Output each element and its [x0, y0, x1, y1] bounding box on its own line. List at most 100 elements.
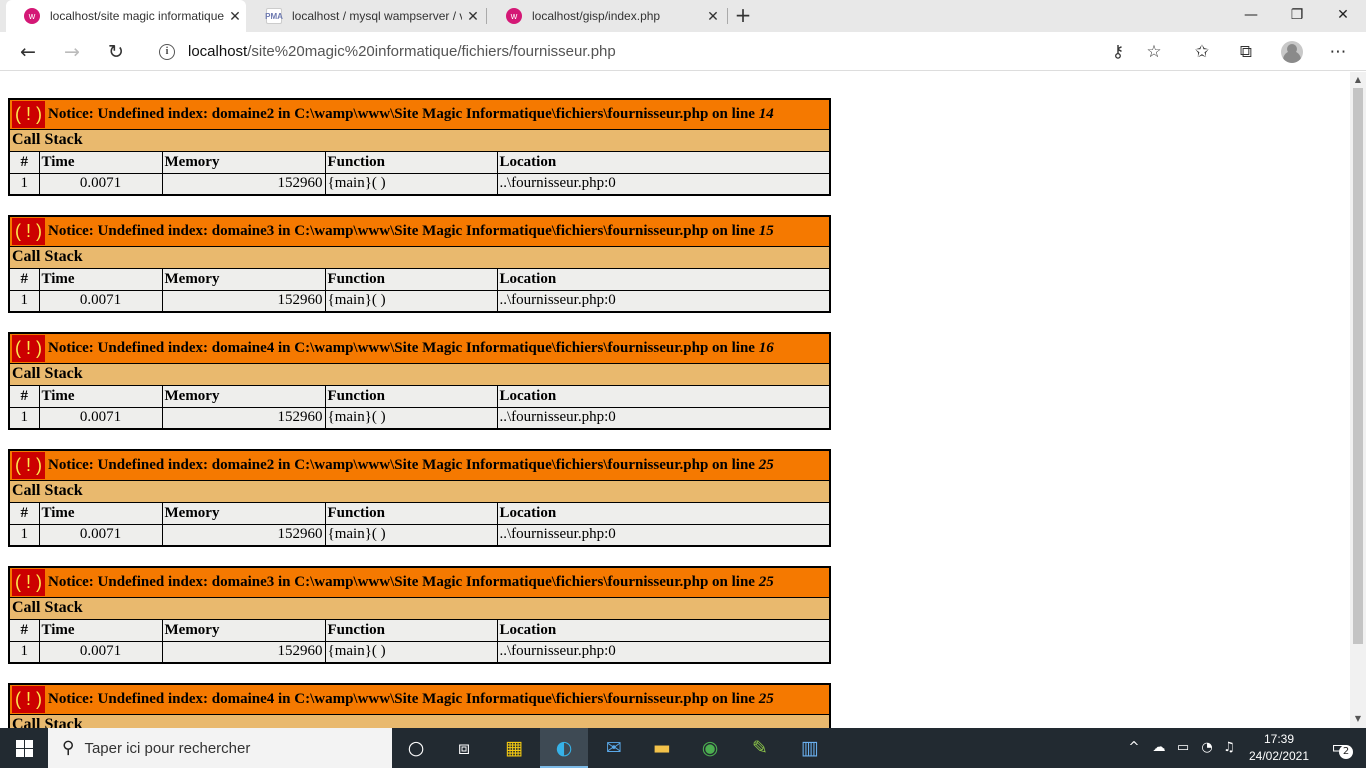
address-bar[interactable]: i localhost/site%20magic%20informatique/…	[144, 36, 1172, 67]
call-stack-heading: Call Stack	[8, 128, 831, 152]
call-stack-heading: Call Stack	[8, 596, 831, 620]
table-row: 1 0.0071 152960 {main}( ) ..\fournisseur.php…	[8, 406, 831, 430]
info-icon[interactable]: i	[159, 43, 175, 60]
minimize-button[interactable]: —	[1228, 0, 1274, 32]
call-stack-heading: Call Stack	[8, 362, 831, 386]
col-header-memory: Memory	[161, 501, 326, 525]
col-header-time: Time	[38, 384, 163, 408]
taskbar-search-box[interactable]: ⚲ Taper ici pour rechercher	[48, 728, 392, 768]
error-message: Notice: Undefined index: domaine4 in C:\…	[48, 690, 774, 707]
wamp-icon: w	[506, 8, 522, 24]
favorites-icon[interactable]: ✩	[1188, 38, 1216, 66]
cell-time: 0.0071	[38, 406, 163, 430]
table-row: 1 0.0071 152960 {main}( ) ..\fournisseur.php…	[8, 640, 831, 664]
taskbar-clock[interactable]: 17:39 24/02/2021	[1240, 731, 1318, 765]
edge-icon[interactable]: ◐	[540, 728, 588, 768]
cell-index: 1	[8, 289, 40, 313]
tab-site-magic[interactable]: w localhost/site magic informatique ✕	[6, 0, 246, 32]
col-header-location: Location	[496, 267, 831, 291]
error-notice-header: ( ! ) Notice: Undefined index: domaine2 i…	[8, 98, 831, 130]
error-line-number: 25	[758, 573, 774, 590]
cell-time: 0.0071	[38, 523, 163, 547]
tab-title: localhost/gisp/index.php	[532, 9, 661, 23]
call-stack-heading: Call Stack	[8, 713, 831, 728]
cell-function: {main}( )	[324, 406, 498, 430]
col-header-index: #	[8, 267, 40, 291]
xdebug-error-table: ( ! ) Notice: Undefined index: domaine2 i…	[8, 98, 832, 196]
warning-icon: ( ! )	[12, 334, 45, 362]
cortana-icon[interactable]: ○	[392, 728, 440, 768]
error-message: Notice: Undefined index: domaine4 in C:\…	[48, 339, 774, 356]
add-favorite-icon[interactable]: ☆	[1140, 38, 1168, 66]
tab-title: localhost / mysql wampserver / v	[292, 9, 462, 23]
error-notice-header: ( ! ) Notice: Undefined index: domaine3 i…	[8, 566, 831, 598]
close-tab-icon[interactable]: ✕	[224, 8, 246, 25]
col-header-index: #	[8, 384, 40, 408]
cell-location: ..\fournisseur.php:0	[496, 406, 831, 430]
error-line-number: 15	[758, 222, 774, 239]
video-app-icon[interactable]: ▥	[786, 728, 834, 768]
mail-icon[interactable]: ✉	[590, 728, 638, 768]
call-stack-heading: Call Stack	[8, 479, 831, 503]
scroll-down-icon[interactable]: ▼	[1350, 714, 1366, 723]
error-notice-header: ( ! ) Notice: Undefined index: domaine4 i…	[8, 332, 831, 364]
table-row: 1 0.0071 152960 {main}( ) ..\fournisseur.php…	[8, 172, 831, 196]
battery-icon[interactable]: ▭	[1172, 728, 1194, 768]
forward-button[interactable]: →	[58, 38, 86, 66]
cell-index: 1	[8, 523, 40, 547]
cell-index: 1	[8, 172, 40, 196]
close-window-button[interactable]: ✕	[1320, 0, 1366, 32]
scrollbar-thumb[interactable]	[1353, 88, 1363, 644]
task-view-icon[interactable]: ⧈	[440, 728, 488, 768]
warning-icon: ( ! )	[12, 685, 45, 713]
col-header-memory: Memory	[161, 267, 326, 291]
new-tab-button[interactable]: +	[732, 4, 754, 26]
refresh-button[interactable]: ↻	[102, 38, 130, 66]
col-header-index: #	[8, 501, 40, 525]
col-header-time: Time	[38, 150, 163, 174]
profile-avatar[interactable]	[1281, 41, 1303, 63]
collections-icon[interactable]: ⧉	[1232, 38, 1260, 66]
warning-icon: ( ! )	[12, 568, 45, 596]
url-path: /site%20magic%20informatique/fichiers/fo…	[247, 43, 616, 60]
xdebug-error-table: ( ! ) Notice: Undefined index: domaine4 i…	[8, 332, 832, 430]
col-header-location: Location	[496, 150, 831, 174]
url-text[interactable]: localhost/site%20magic%20informatique/fi…	[188, 43, 616, 60]
cell-function: {main}( )	[324, 640, 498, 664]
store-icon[interactable]: ▦	[490, 728, 538, 768]
tab-phpmyadmin[interactable]: PMA localhost / mysql wampserver / v ✕	[248, 0, 484, 32]
wifi-icon[interactable]: ◔	[1196, 728, 1218, 768]
key-icon[interactable]: ⚷	[1104, 38, 1132, 66]
cell-memory: 152960	[161, 289, 326, 313]
tab-gisp[interactable]: w localhost/gisp/index.php ✕	[488, 0, 724, 32]
start-button[interactable]	[0, 728, 48, 768]
notification-center-icon[interactable]: ▭ 2	[1322, 728, 1358, 768]
cell-time: 0.0071	[38, 172, 163, 196]
onedrive-icon[interactable]: ☁	[1148, 728, 1170, 768]
error-message: Notice: Undefined index: domaine3 in C:\…	[48, 573, 774, 590]
chrome-icon[interactable]: ◉	[686, 728, 734, 768]
table-row: 1 0.0071 152960 {main}( ) ..\fournisseur.php…	[8, 289, 831, 313]
file-explorer-icon[interactable]: ▬	[638, 728, 686, 768]
col-header-time: Time	[38, 267, 163, 291]
back-button[interactable]: ←	[14, 38, 42, 66]
show-hidden-icons[interactable]: ^	[1126, 728, 1142, 768]
url-host: localhost	[188, 43, 248, 60]
wamp-icon: w	[24, 8, 40, 24]
notepad-plus-icon[interactable]: ✎	[736, 728, 784, 768]
volume-icon[interactable]: ♫	[1218, 728, 1240, 768]
col-header-memory: Memory	[161, 150, 326, 174]
warning-icon: ( ! )	[12, 451, 45, 479]
close-tab-icon[interactable]: ✕	[462, 8, 484, 25]
scroll-up-icon[interactable]: ▲	[1350, 75, 1366, 84]
settings-menu-icon[interactable]: ⋯	[1324, 38, 1352, 66]
col-header-function: Function	[324, 501, 498, 525]
restore-button[interactable]: ❐	[1274, 0, 1320, 32]
cell-location: ..\fournisseur.php:0	[496, 523, 831, 547]
vertical-scrollbar[interactable]: ▲ ▼	[1350, 72, 1366, 728]
col-header-location: Location	[496, 501, 831, 525]
col-header-time: Time	[38, 501, 163, 525]
cell-location: ..\fournisseur.php:0	[496, 172, 831, 196]
cell-function: {main}( )	[324, 289, 498, 313]
close-tab-icon[interactable]: ✕	[702, 8, 724, 25]
